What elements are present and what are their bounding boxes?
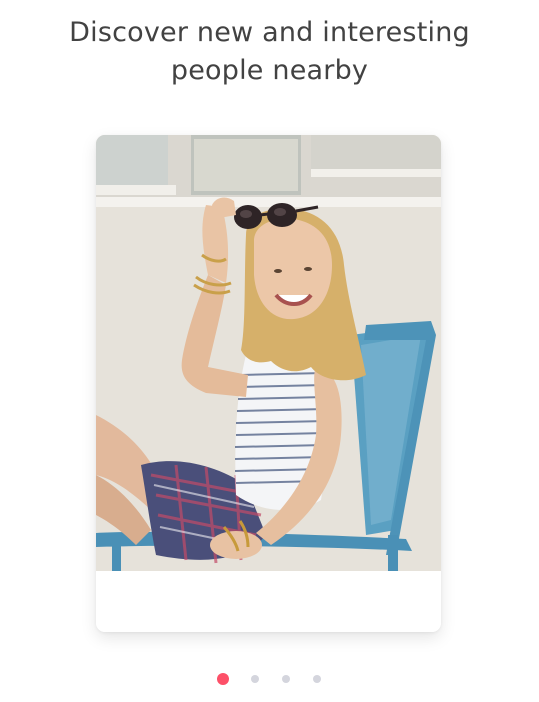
profile-card[interactable] bbox=[96, 135, 441, 632]
profile-photo bbox=[96, 135, 441, 571]
onboarding-screen: Discover new and interesting people near… bbox=[0, 0, 539, 702]
page-dot-2[interactable] bbox=[250, 675, 259, 683]
page-dot-1[interactable] bbox=[217, 673, 229, 685]
headline-line-2: people nearby bbox=[170, 55, 369, 86]
page-dot-4[interactable] bbox=[312, 675, 321, 683]
card-footer bbox=[96, 571, 441, 632]
page-indicator bbox=[0, 671, 539, 687]
headline-line-1: Discover new and interesting bbox=[69, 17, 470, 48]
onboarding-headline: Discover new and interesting people near… bbox=[0, 14, 539, 90]
page-dot-3[interactable] bbox=[281, 675, 290, 683]
